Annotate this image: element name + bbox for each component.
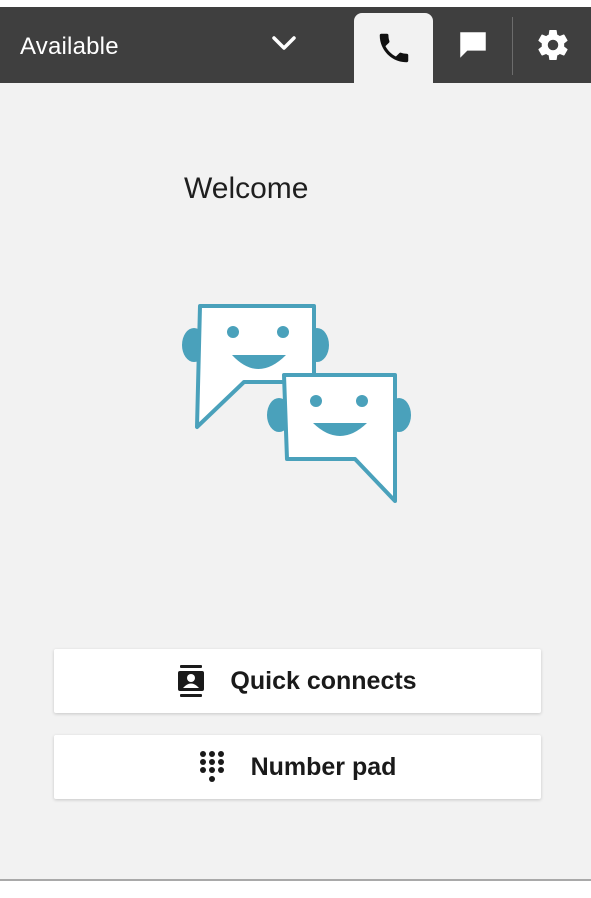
- tab-divider: [512, 17, 513, 75]
- top-bar: Available: [0, 7, 591, 83]
- phone-icon: [379, 33, 408, 63]
- status-label: Available: [20, 33, 119, 60]
- status-dropdown[interactable]: Available: [0, 7, 330, 83]
- tab-phone[interactable]: [354, 13, 433, 83]
- quick-connects-button[interactable]: Quick connects: [54, 649, 541, 713]
- contact-card-icon: [178, 665, 205, 697]
- number-pad-button[interactable]: Number pad: [54, 735, 541, 799]
- softphone-panel: Available Welcome Quick connects Number …: [0, 7, 591, 881]
- tab-chat[interactable]: [436, 7, 510, 83]
- chat-bots-illustration: [182, 304, 411, 503]
- keypad-icon: [199, 750, 225, 784]
- chevron-down-icon[interactable]: [270, 33, 298, 55]
- tab-settings[interactable]: [514, 7, 591, 83]
- number-pad-label: Number pad: [250, 752, 397, 781]
- welcome-heading: Welcome: [184, 172, 309, 205]
- gear-icon: [537, 30, 568, 61]
- chat-icon: [460, 32, 486, 58]
- quick-connects-label: Quick connects: [230, 666, 417, 695]
